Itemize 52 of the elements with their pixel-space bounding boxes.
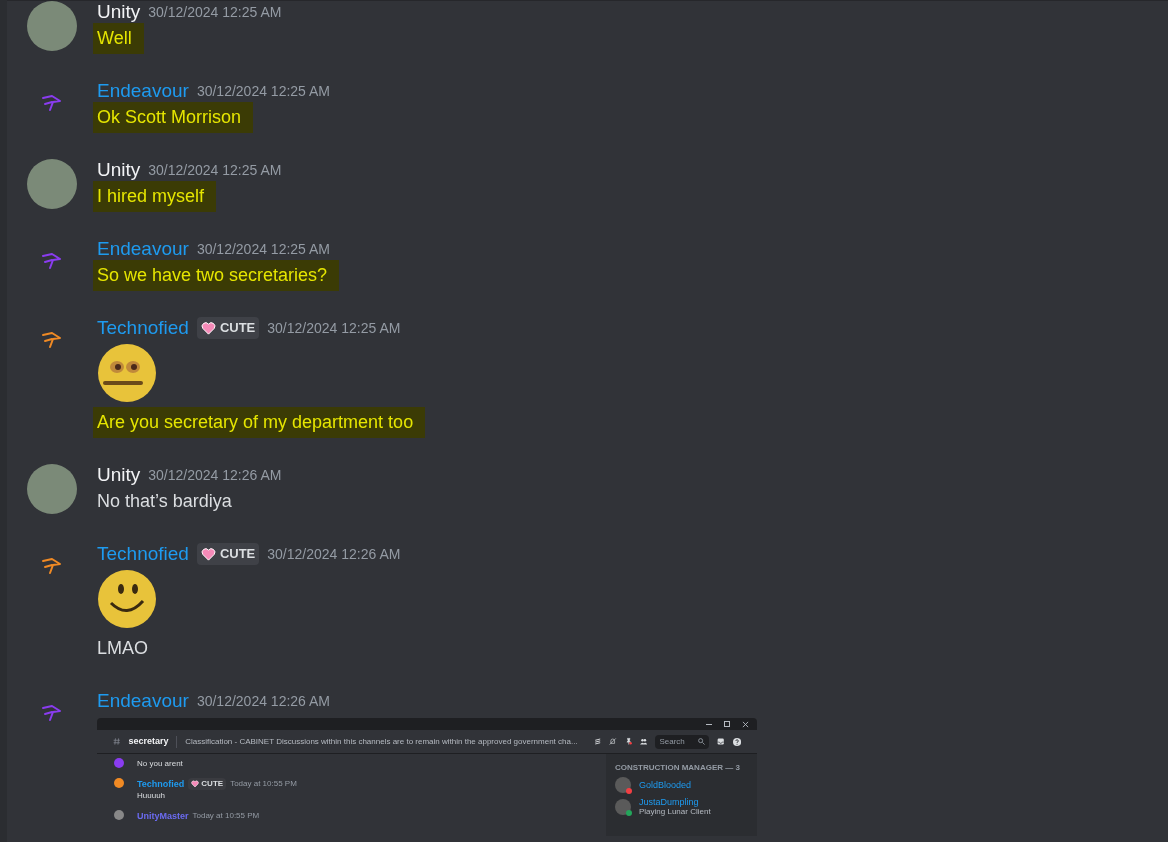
timestamp: 30/12/2024 12:26 AM <box>148 465 282 485</box>
timestamp: 30/12/2024 12:25 AM <box>148 2 282 22</box>
muted-bell-icon[interactable] <box>609 736 617 747</box>
role-badge: CUTE <box>188 778 227 790</box>
member-group-title: CONSTRUCTION MANAGER — 3 <box>615 762 741 773</box>
threads-icon[interactable] <box>593 736 602 747</box>
timestamp: 30/12/2024 12:25 AM <box>196 239 330 259</box>
timestamp: 30/12/2024 12:25 AM <box>196 81 330 101</box>
message-text: I hired myself <box>93 180 217 212</box>
author-name[interactable]: Unity <box>97 460 141 490</box>
message-text: Are you secretary of my department too <box>93 406 426 438</box>
maximize-icon[interactable] <box>724 721 730 727</box>
member-activity: Playing Lunar Client <box>639 807 711 817</box>
message-text: No that’s bardiya <box>97 489 232 513</box>
author-name[interactable]: Technofied <box>97 539 189 569</box>
role-badge: CUTE <box>196 543 260 565</box>
message-text: Well <box>93 22 144 54</box>
author-name[interactable]: Technofied <box>137 778 185 790</box>
role-badge: CUTE <box>196 317 260 339</box>
timestamp: Today at 10:55 PM <box>230 778 297 790</box>
member-name[interactable]: GoldBlooded <box>639 780 692 790</box>
message-text: Ok Scott Morrison <box>93 101 254 133</box>
avatar-photo-placeholder[interactable] <box>27 159 77 209</box>
timestamp: 30/12/2024 12:26 AM <box>196 691 330 711</box>
timestamp: Today at 10:55 PM <box>192 810 260 822</box>
minimize-icon[interactable] <box>706 723 712 725</box>
close-icon[interactable] <box>742 720 749 728</box>
heart-icon <box>200 320 216 336</box>
author-name[interactable]: UnityMaster <box>137 810 189 822</box>
search-icon <box>698 738 706 745</box>
heart-icon <box>200 546 216 562</box>
message-text: LMAO <box>97 636 148 660</box>
message-text: So we have two secretaries? <box>93 259 340 291</box>
avatar-photo-placeholder[interactable] <box>27 1 77 51</box>
author-name[interactable]: Endeavour <box>97 686 189 716</box>
pin-icon[interactable] <box>624 736 632 747</box>
heart-icon <box>191 780 200 788</box>
timestamp: 30/12/2024 12:25 AM <box>148 160 282 180</box>
channel-name: secretary <box>128 734 169 748</box>
search-field[interactable]: Search <box>655 734 710 749</box>
avatar-photo-placeholder[interactable] <box>27 464 77 514</box>
message-text: Huuuuh <box>137 790 167 802</box>
inbox-icon[interactable] <box>717 736 725 747</box>
channel-topic: Classification - CABINET Discussions within this channels are to remain within the approved government cha... <box>185 735 578 748</box>
message-text: No you arent <box>137 758 183 770</box>
timestamp: 30/12/2024 12:26 AM <box>267 544 401 564</box>
members-icon[interactable] <box>639 736 648 747</box>
author-name[interactable]: Technofied <box>97 313 189 343</box>
channel-hash-icon <box>113 736 121 747</box>
help-icon[interactable] <box>732 735 741 748</box>
member-name[interactable]: JustaDumpling <box>639 797 711 807</box>
timestamp: 30/12/2024 12:25 AM <box>267 318 401 338</box>
